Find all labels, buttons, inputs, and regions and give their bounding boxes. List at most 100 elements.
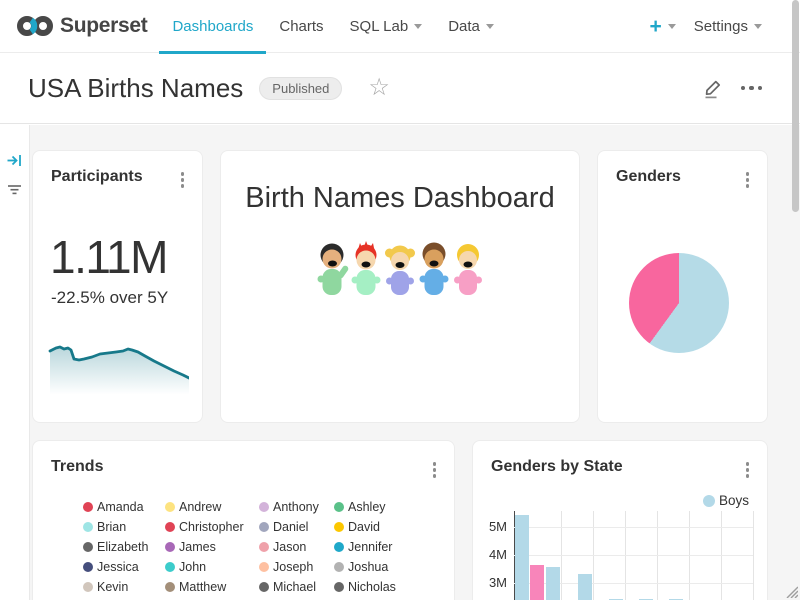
legend-dot <box>259 582 269 592</box>
legend-item[interactable]: Anthony <box>259 497 334 517</box>
genders-pie[interactable] <box>629 253 729 353</box>
legend-label: Matthew <box>179 580 226 594</box>
legend-dot <box>83 582 93 592</box>
superset-infinity-icon <box>16 13 54 39</box>
participants-sparkline-chart <box>48 333 189 400</box>
legend-item[interactable]: Robert <box>83 597 165 600</box>
nav-item-data[interactable]: Data <box>435 0 507 53</box>
gridline-horizontal <box>514 527 753 528</box>
legend-item[interactable]: John <box>165 557 259 577</box>
nav-item-label: Dashboards <box>172 18 253 35</box>
bar-boys-0[interactable] <box>515 515 529 600</box>
legend-dot <box>259 562 269 572</box>
kebab-menu-icon[interactable] <box>741 168 755 192</box>
legend-item[interactable]: Amanda <box>83 497 165 517</box>
settings-label: Settings <box>694 18 748 35</box>
brand-name: Superset <box>60 14 147 38</box>
filter-list-icon[interactable] <box>6 181 23 198</box>
nav-item-dashboards[interactable]: Dashboards <box>159 0 266 53</box>
y-axis-tick: 3M <box>473 575 507 590</box>
state-chart-plot: 5M 4M 3M <box>473 511 767 600</box>
big-number-subheader: -22.5% over 5Y <box>51 288 202 308</box>
big-number-value: 1.11M <box>50 234 202 280</box>
legend-item[interactable]: Jennifer <box>334 537 424 557</box>
nav-item-sql-lab[interactable]: SQL Lab <box>337 0 436 53</box>
legend-label: Jennifer <box>348 540 392 554</box>
legend-item[interactable]: Andrew <box>165 497 259 517</box>
star-outline-icon[interactable]: ☆ <box>368 76 390 100</box>
legend-item[interactable]: Michael <box>259 577 334 597</box>
boys-legend-item[interactable]: Boys <box>703 493 749 508</box>
legend-item[interactable]: David <box>334 517 424 537</box>
y-axis-tick: 4M <box>473 547 507 562</box>
more-options-button[interactable] <box>739 82 765 95</box>
legend-item[interactable]: Jason <box>259 537 334 557</box>
legend-item[interactable]: Joseph <box>259 557 334 577</box>
legend-item[interactable]: Brian <box>83 517 165 537</box>
bar-girls-1[interactable] <box>530 565 544 600</box>
legend-item[interactable]: Sarah <box>259 597 334 600</box>
legend-item[interactable]: Daniel <box>259 517 334 537</box>
legend-dot <box>165 502 175 512</box>
legend-item[interactable]: James <box>165 537 259 557</box>
trends-legend: AmandaAndrewAnthony Ashley BrianChristophe… <box>83 497 454 600</box>
legend-label: Elizabeth <box>97 540 148 554</box>
legend-label: Nicholas <box>348 580 396 594</box>
legend-dot <box>165 522 175 532</box>
superset-logo[interactable]: Superset <box>16 13 147 39</box>
legend-dot <box>334 502 344 512</box>
edit-dashboard-button[interactable] <box>702 77 724 99</box>
dashboard-header: USA Births Names Published ☆ <box>0 53 800 124</box>
plus-icon: + <box>650 16 662 37</box>
legend-item[interactable]: Elizabeth <box>83 537 165 557</box>
legend-dot <box>259 542 269 552</box>
kebab-menu-icon[interactable] <box>176 168 190 192</box>
ellipsis-icon <box>749 86 754 91</box>
legend-item[interactable]: Jessica <box>83 557 165 577</box>
kebab-menu-icon[interactable] <box>428 458 442 482</box>
page-title: USA Births Names <box>28 73 243 104</box>
kebab-menu-icon[interactable] <box>741 458 755 482</box>
resize-handle-icon[interactable] <box>783 583 798 598</box>
legend-label: David <box>348 520 380 534</box>
legend-label: Michael <box>273 580 316 594</box>
legend-label: Ashley <box>348 500 386 514</box>
nav-right-actions: + Settings <box>642 16 784 37</box>
settings-menu[interactable]: Settings <box>688 18 768 35</box>
card-header: Participants <box>33 151 202 192</box>
legend-item[interactable]: Joshua <box>334 557 424 577</box>
legend-item[interactable]: Ashley <box>334 497 424 517</box>
card-header: Trends <box>33 441 454 482</box>
legend-dot <box>259 522 269 532</box>
published-badge[interactable]: Published <box>259 77 342 100</box>
legend-label: Jessica <box>97 560 139 574</box>
gridline-horizontal <box>514 555 753 556</box>
legend-item[interactable]: Nicholas <box>334 577 424 597</box>
y-axis-tick: 5M <box>473 519 507 534</box>
participants-card: Participants 1.11M -22.5% over 5Y <box>32 150 203 423</box>
legend-item[interactable]: Thomas <box>334 597 424 600</box>
nav-item-label: Charts <box>279 18 323 35</box>
genders-by-state-card: Genders by State Boys 5M4M3M <box>472 440 768 600</box>
nav-item-charts[interactable]: Charts <box>266 0 336 53</box>
expand-filter-bar-icon[interactable] <box>6 152 23 169</box>
legend-dot <box>259 502 269 512</box>
vertical-scrollbar[interactable] <box>792 0 799 212</box>
legend-label: James <box>179 540 216 554</box>
markdown-card: Birth Names Dashboard <box>220 150 580 423</box>
markdown-heading: Birth Names Dashboard <box>231 181 569 215</box>
legend-item[interactable]: Matthew <box>165 577 259 597</box>
legend-item[interactable]: Ryan <box>165 597 259 600</box>
caret-down-icon <box>754 24 762 29</box>
legend-item[interactable]: Kevin <box>83 577 165 597</box>
new-item-button[interactable]: + <box>642 16 684 37</box>
card-header: Genders <box>598 151 767 192</box>
caret-down-icon <box>486 24 494 29</box>
legend-dot <box>703 495 715 507</box>
card-title: Genders <box>616 168 681 186</box>
bar-boys-3[interactable] <box>578 574 592 600</box>
legend-item[interactable]: Christopher <box>165 517 259 537</box>
legend-label: Daniel <box>273 520 308 534</box>
legend-dot <box>83 502 93 512</box>
bar-boys-2[interactable] <box>546 567 560 600</box>
